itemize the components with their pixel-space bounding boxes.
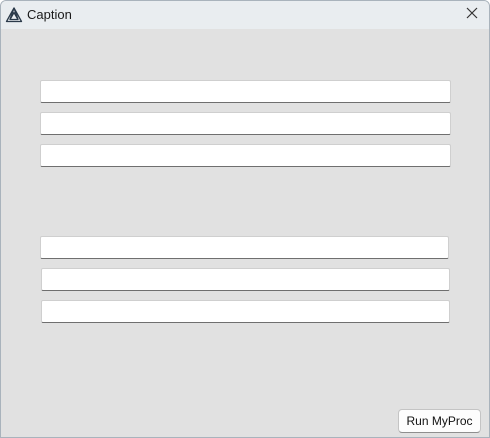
triangle-logo-icon <box>5 6 23 24</box>
text-field-4[interactable] <box>40 236 449 259</box>
text-field-6[interactable] <box>41 300 450 323</box>
text-field-3[interactable] <box>40 144 451 167</box>
close-button[interactable] <box>455 1 489 29</box>
title-bar[interactable]: Caption <box>1 1 489 29</box>
dialog-window: Caption Run MyProc <box>0 0 490 438</box>
text-field-1[interactable] <box>40 80 451 103</box>
text-field-2[interactable] <box>40 112 451 135</box>
close-icon <box>466 6 478 24</box>
run-myproc-button[interactable]: Run MyProc <box>398 409 481 433</box>
window-title: Caption <box>27 7 72 22</box>
text-field-5[interactable] <box>41 268 450 291</box>
